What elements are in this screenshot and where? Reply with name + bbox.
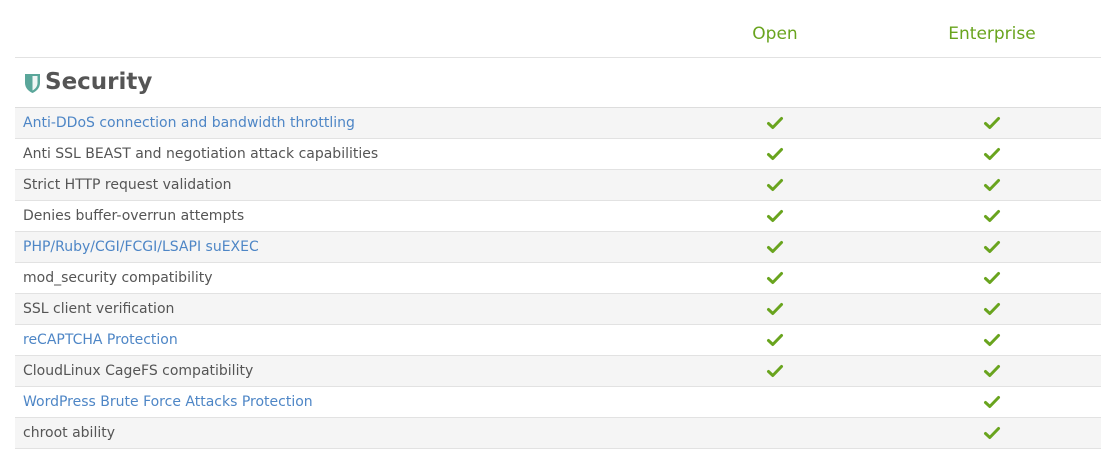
- feature-comparison-table: Open Enterprise Security Anti-DDoS conne…: [15, 0, 1101, 449]
- feature-label: Strict HTTP request validation: [23, 177, 232, 193]
- feature-row: Strict HTTP request validation: [15, 170, 1101, 201]
- feature-link[interactable]: Anti-DDoS connection and bandwidth throt…: [23, 115, 355, 131]
- check-icon-open: [766, 145, 784, 163]
- check-icon-open: [766, 362, 784, 380]
- feature-list: Anti-DDoS connection and bandwidth throt…: [15, 108, 1101, 449]
- check-icon-open: [766, 207, 784, 225]
- feature-label: CloudLinux CageFS compatibility: [23, 363, 254, 379]
- check-icon-enterprise: [983, 424, 1001, 442]
- feature-link[interactable]: WordPress Brute Force Attacks Protection: [23, 394, 313, 410]
- feature-row: CloudLinux CageFS compatibility: [15, 356, 1101, 387]
- feature-row: Anti-DDoS connection and bandwidth throt…: [15, 108, 1101, 139]
- check-icon-enterprise: [983, 362, 1001, 380]
- column-header-row: Open Enterprise: [15, 0, 1101, 58]
- check-icon-open: [766, 114, 784, 132]
- check-icon-enterprise: [983, 145, 1001, 163]
- feature-label: Denies buffer-overrun attempts: [23, 208, 245, 224]
- column-header-enterprise: Enterprise: [948, 24, 1036, 44]
- feature-label: mod_security compatibility: [23, 270, 213, 286]
- check-icon-enterprise: [983, 176, 1001, 194]
- check-icon-enterprise: [983, 300, 1001, 318]
- check-icon-open: [766, 331, 784, 349]
- check-icon-enterprise: [983, 331, 1001, 349]
- check-icon-enterprise: [983, 269, 1001, 287]
- feature-label: Anti SSL BEAST and negotiation attack ca…: [23, 146, 379, 162]
- feature-row: SSL client verification: [15, 294, 1101, 325]
- check-icon-open: [766, 238, 784, 256]
- feature-row: PHP/Ruby/CGI/FCGI/LSAPI suEXEC: [15, 232, 1101, 263]
- check-icon-open: [766, 300, 784, 318]
- feature-row: mod_security compatibility: [15, 263, 1101, 294]
- feature-row: Anti SSL BEAST and negotiation attack ca…: [15, 139, 1101, 170]
- check-icon-open: [766, 176, 784, 194]
- feature-link[interactable]: reCAPTCHA Protection: [23, 332, 178, 348]
- check-icon-enterprise: [983, 393, 1001, 411]
- check-icon-enterprise: [983, 207, 1001, 225]
- check-icon-enterprise: [983, 238, 1001, 256]
- shield-icon: [24, 73, 41, 94]
- section-header-security: Security: [15, 58, 1101, 108]
- feature-label: SSL client verification: [23, 301, 175, 317]
- feature-label: chroot ability: [23, 425, 115, 441]
- column-header-open: Open: [752, 24, 798, 44]
- feature-row: Denies buffer-overrun attempts: [15, 201, 1101, 232]
- feature-row: reCAPTCHA Protection: [15, 325, 1101, 356]
- check-icon-open: [766, 269, 784, 287]
- feature-link[interactable]: PHP/Ruby/CGI/FCGI/LSAPI suEXEC: [23, 239, 259, 255]
- check-icon-enterprise: [983, 114, 1001, 132]
- feature-row: WordPress Brute Force Attacks Protection: [15, 387, 1101, 418]
- section-title: Security: [45, 69, 153, 95]
- feature-row: chroot ability: [15, 418, 1101, 449]
